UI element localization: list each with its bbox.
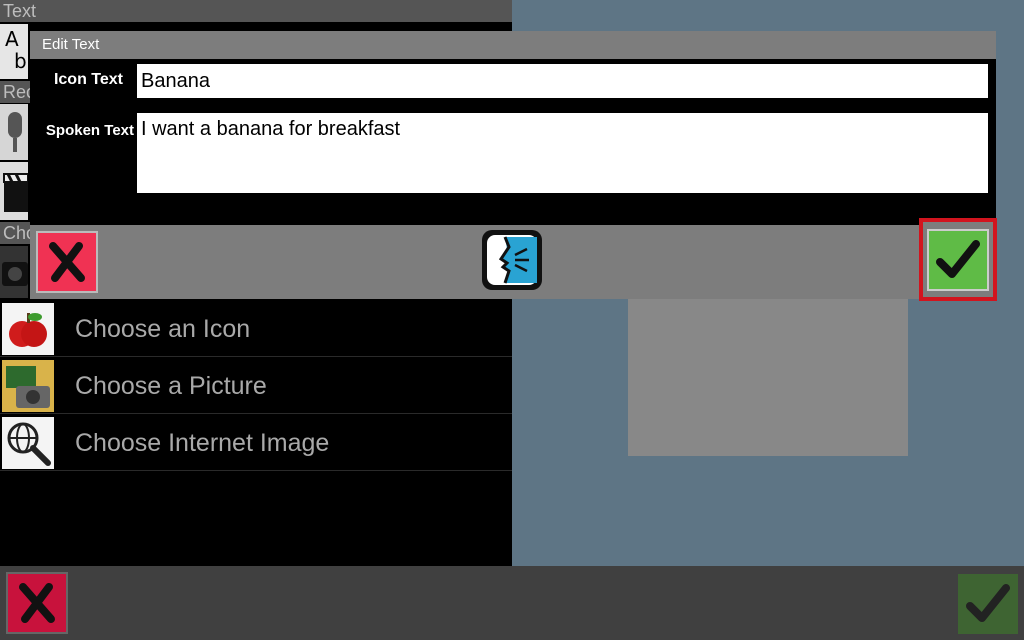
globe-search-icon [2,417,54,469]
menu-item-choose-picture[interactable]: Choose a Picture [0,358,512,414]
ok-button-face [927,228,989,291]
apple-icon [2,303,54,355]
bottom-cancel-button[interactable] [6,572,68,634]
dialog-title: Edit Text [30,31,996,59]
speak-preview-button[interactable] [482,230,542,290]
spoken-text-input[interactable]: I want a banana for breakfast [137,113,988,193]
picture-camera-icon [2,360,54,412]
icon-text-input[interactable] [137,64,988,98]
menu-item-label: Choose Internet Image [75,429,330,457]
section-header-text: Text [0,0,512,22]
video-clapper-icon[interactable] [0,162,28,220]
menu-item-choose-internet-image[interactable]: Choose Internet Image [0,415,512,471]
menu-item-label: Choose an Icon [75,315,251,343]
cancel-button[interactable] [36,231,98,293]
svg-text:b: b [14,49,27,73]
bottom-toolbar [0,566,1024,640]
text-icon[interactable]: A b [0,24,28,79]
spoken-text-label: Spoken Text [45,122,134,139]
camera-icon[interactable] [0,246,28,298]
checkmark-icon [966,584,1010,622]
microphone-icon[interactable] [0,104,28,160]
icon-preview-area [628,298,908,456]
x-mark-icon [19,583,55,623]
svg-text:A: A [5,27,19,51]
checkmark-icon [936,239,980,278]
bottom-ok-button[interactable] [958,574,1018,634]
menu-item-label: Choose a Picture [75,372,267,400]
icon-text-label: Icon Text [53,71,123,88]
menu-item-choose-icon[interactable]: Choose an Icon [0,301,512,357]
speaking-head-icon [487,235,537,285]
edit-text-dialog: Edit Text Icon Text Spoken Text I want a… [30,31,996,225]
x-mark-icon [49,242,85,282]
ok-button[interactable] [919,218,997,301]
